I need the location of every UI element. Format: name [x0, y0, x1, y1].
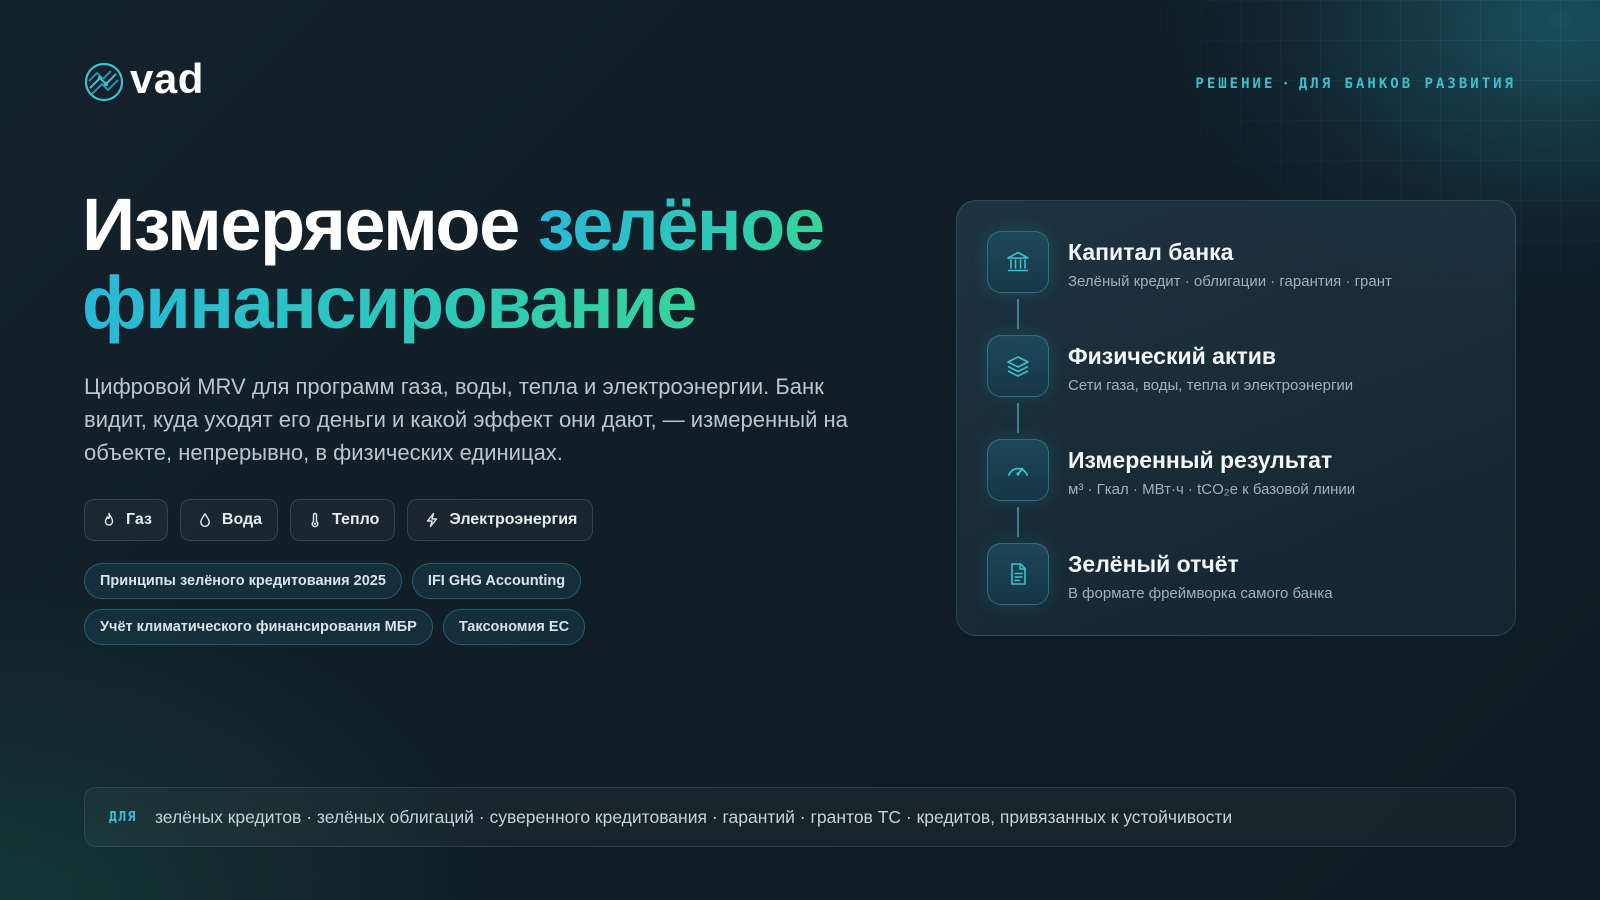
logo[interactable]: vad [84, 55, 204, 102]
audience-label: ДЛЯ [109, 809, 137, 825]
chip-gas[interactable]: Газ [84, 499, 168, 541]
layers-icon [1007, 356, 1029, 377]
brand-name: vad [130, 55, 204, 102]
layers-icon-box [987, 335, 1049, 397]
chip-heat[interactable]: Тепло [290, 499, 396, 541]
standards-list: Принципы зелёного кредитования 2025 IFI … [84, 563, 644, 645]
flow-step-measured-result: Измеренный результат м³ · Гкал · МВт·ч ·… [987, 439, 1495, 543]
flow-step-title: Капитал банка [1068, 239, 1234, 265]
document-icon [1011, 563, 1026, 585]
header-tag-solution: РЕШЕНИЕ [1195, 76, 1276, 92]
flow-card: Капитал банка Зелёный кредит · облигации… [956, 200, 1516, 636]
chip-water[interactable]: Вода [179, 499, 279, 541]
chip-electricity[interactable]: Электроэнергия [407, 499, 594, 541]
flow-step-subtitle: В формате фреймворка самого банка [1068, 585, 1333, 602]
bank-icon-box [987, 231, 1049, 293]
document-icon-box [987, 543, 1049, 605]
standard-green-lending-principles[interactable]: Принципы зелёного кредитования 2025 [84, 563, 402, 599]
globe-network-icon [84, 62, 124, 102]
gauge-icon [1008, 467, 1028, 476]
flow-step-bank-capital: Капитал банка Зелёный кредит · облигации… [987, 231, 1495, 335]
gauge-icon-box [987, 439, 1049, 501]
standard-eu-taxonomy[interactable]: Таксономия ЕС [442, 609, 586, 645]
audience-bar: ДЛЯ зелёных кредитов · зелёных облигаций… [84, 787, 1516, 847]
flow-step-green-report: Зелёный отчёт В формате фреймворка самог… [987, 543, 1495, 647]
standard-mdb-climate-finance[interactable]: Учёт климатического финансирования МБР [84, 609, 433, 645]
header-tag-audience: ДЛЯ БАНКОВ РАЗВИТИЯ [1298, 76, 1516, 92]
chip-label: Электроэнергия [449, 511, 578, 528]
chip-label: Вода [221, 511, 263, 528]
resource-chips: Газ Вода Тепло Электроэнергия [84, 499, 594, 541]
lightning-icon [427, 512, 438, 528]
flow-connector [1017, 403, 1019, 433]
header-tag: РЕШЕНИЕ · ДЛЯ БАНКОВ РАЗВИТИЯ [1195, 76, 1516, 92]
title-white: Измеряемое [82, 183, 538, 266]
droplet-icon [200, 513, 210, 528]
flow-step-physical-asset: Физический актив Сети газа, воды, тепла … [987, 335, 1495, 439]
header-tag-separator: · [1281, 76, 1293, 92]
flow-step-title: Измеренный результат [1068, 447, 1333, 473]
flow-step-title: Физический актив [1068, 343, 1276, 369]
lead-paragraph: Цифровой MRV для программ газа, воды, те… [84, 374, 848, 465]
audience-list: зелёных кредитов · зелёных облигаций · с… [154, 806, 1233, 827]
title-accent-financing: финансирование [82, 261, 697, 344]
thermometer-icon [311, 512, 319, 528]
standard-ifi-ghg-accounting[interactable]: IFI GHG Accounting [411, 563, 582, 599]
bank-icon [1007, 251, 1029, 272]
flow-connector [1017, 299, 1019, 329]
flow-step-title: Зелёный отчёт [1068, 551, 1239, 577]
page-title: Измеряемое зелёное финансирование [82, 186, 902, 342]
flow-step-subtitle: Сети газа, воды, тепла и электроэнергии [1068, 377, 1354, 394]
flow-step-subtitle: м³ · Гкал · МВт·ч · tCO₂e к базовой лини… [1068, 481, 1356, 498]
flow-steps: Капитал банка Зелёный кредит · облигации… [987, 231, 1495, 647]
flame-icon [104, 512, 114, 526]
chip-label: Тепло [332, 511, 380, 528]
title-accent-green: зелёное [537, 183, 825, 266]
flow-step-subtitle: Зелёный кредит · облигации · гарантия · … [1068, 273, 1392, 290]
flow-connector [1017, 507, 1019, 537]
chip-label: Газ [126, 511, 152, 528]
